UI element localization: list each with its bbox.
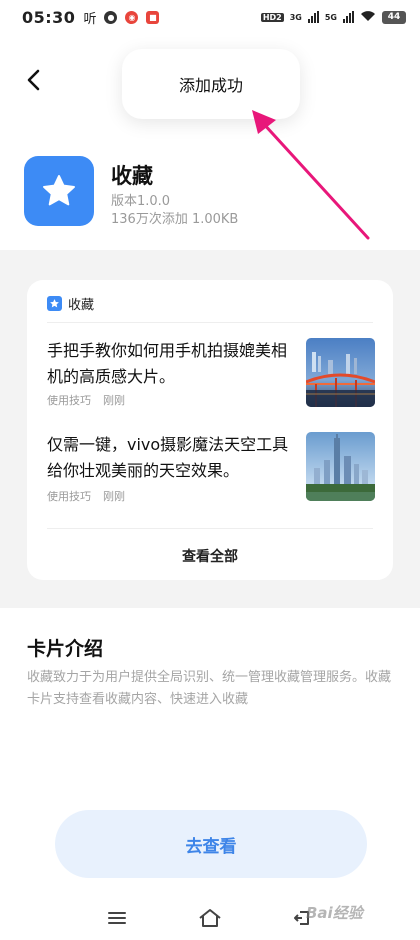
item-category: 使用技巧	[47, 394, 91, 407]
app-meta: 136万次添加 1.00KB	[111, 212, 239, 227]
network-badge-5g: 5G	[324, 12, 337, 22]
status-app-label: 听	[83, 11, 97, 27]
bridge-photo-thumbnail	[306, 338, 375, 407]
toast-text: 添加成功	[178, 76, 243, 95]
item-category: 使用技巧	[47, 490, 91, 503]
watermark-logo: Bai经验	[306, 904, 363, 922]
item-meta: 使用技巧 刚刚	[47, 488, 125, 504]
item-meta: 使用技巧 刚刚	[47, 392, 125, 408]
app-icon	[24, 156, 94, 226]
app-name: 收藏	[111, 164, 153, 188]
view-all-button[interactable]: 查看全部	[27, 532, 393, 580]
signal-icon	[307, 11, 319, 23]
list-item[interactable]: 仅需一键，vivo摄影魔法天空工具给你壮观美丽的天空效果。 使用技巧 刚刚	[47, 432, 375, 504]
wifi-icon	[360, 10, 376, 25]
signal-icon-2	[343, 11, 354, 23]
chevron-left-icon	[27, 69, 40, 91]
intro-description: 收藏致力于为用户提供全局识别、统一管理收藏管理服务。收藏卡片支持查看收藏内容、快…	[27, 670, 392, 707]
home-button[interactable]	[195, 906, 225, 930]
notification-icon: ●	[104, 10, 118, 24]
intro-title: 卡片介绍	[27, 638, 104, 660]
home-icon	[199, 909, 221, 927]
menu-button[interactable]	[102, 906, 132, 930]
status-time: 05:30	[22, 7, 76, 27]
menu-icon	[108, 912, 126, 924]
card-header: 收藏	[47, 294, 94, 313]
status-bar: 05:30 听 ● ◉ ■ HD2 3G 5G 44	[0, 0, 420, 34]
battery-icon: 44	[382, 10, 406, 24]
success-toast: 添加成功	[122, 49, 300, 119]
weibo-icon: ◉	[125, 10, 139, 24]
card-header-label: 收藏	[68, 298, 95, 313]
favorites-card-preview[interactable]: 收藏 手把手教你如何用手机拍摄媲美相机的高质感大片。 使用技巧 刚刚 仅需一键，…	[27, 280, 393, 580]
item-time: 刚刚	[103, 394, 125, 407]
star-icon	[43, 175, 75, 206]
divider	[47, 322, 373, 323]
city-skyline-thumbnail	[306, 432, 375, 501]
star-icon	[47, 296, 62, 311]
item-time: 刚刚	[103, 490, 125, 503]
network-badge-hd: HD2	[260, 12, 284, 22]
network-badge-3g: 3G	[289, 12, 302, 22]
go-view-button[interactable]: 去查看	[55, 810, 367, 878]
back-button[interactable]	[20, 64, 48, 96]
item-title: 仅需一键，vivo摄影魔法天空工具给你壮观美丽的天空效果。	[47, 435, 289, 480]
list-item[interactable]: 手把手教你如何用手机拍摄媲美相机的高质感大片。 使用技巧 刚刚	[47, 338, 375, 408]
app-version: 版本1.0.0	[111, 194, 171, 209]
item-title: 手把手教你如何用手机拍摄媲美相机的高质感大片。	[47, 341, 288, 386]
divider	[47, 528, 373, 529]
app-notification-icon: ■	[146, 10, 160, 24]
